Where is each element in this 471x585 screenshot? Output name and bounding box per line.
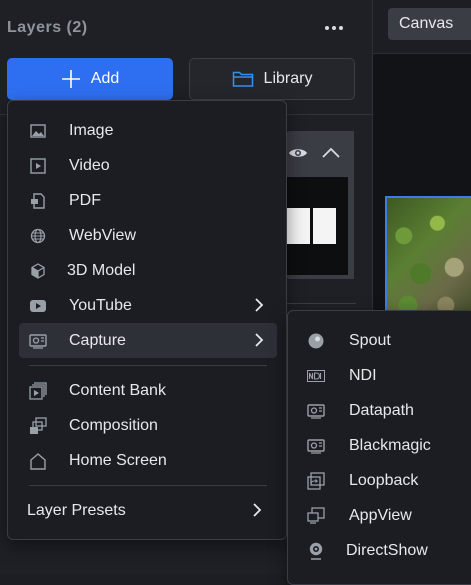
menu-item-pdf[interactable]: PDF <box>19 183 277 218</box>
video-icon <box>29 157 47 175</box>
menu-item-label: Spout <box>349 331 391 349</box>
thumbnail-page <box>313 208 336 244</box>
menu-item-label: Loopback <box>349 471 419 489</box>
layer-divider <box>286 303 356 304</box>
menu-item-label: Video <box>69 156 110 174</box>
menu-item-label: Home Screen <box>69 451 167 469</box>
menu-item-content-bank[interactable]: Content Bank <box>19 373 277 408</box>
capture-item-blackmagic[interactable]: Blackmagic <box>298 428 471 463</box>
panel-title: Layers (2) <box>7 19 88 36</box>
chevron-right-icon <box>249 502 265 518</box>
menu-item-label: PDF <box>69 191 101 209</box>
youtube-icon <box>29 297 47 315</box>
menu-item-video[interactable]: Video <box>19 148 277 183</box>
menu-item-capture[interactable]: Capture <box>19 323 277 358</box>
capture-item-loopback[interactable]: Loopback <box>298 463 471 498</box>
pdf-icon <box>29 192 47 210</box>
folder-icon <box>232 70 254 88</box>
canvas-image-layer[interactable] <box>385 196 471 326</box>
menu-item-label: DirectShow <box>346 541 428 559</box>
menu-item-label: Content Bank <box>69 381 166 399</box>
ndi-icon <box>307 367 325 385</box>
capture-item-datapath[interactable]: Datapath <box>298 393 471 428</box>
visibility-icon[interactable] <box>288 146 308 160</box>
spout-icon <box>307 332 325 350</box>
menu-separator <box>29 365 267 366</box>
menu-item-image[interactable]: Image <box>19 113 277 148</box>
menu-item-label: Composition <box>69 416 158 434</box>
menu-item-3d-model[interactable]: 3D Model <box>19 253 277 288</box>
menu-item-label: Datapath <box>349 401 414 419</box>
capture-card-icon <box>307 402 325 420</box>
content-bank-icon <box>29 381 47 400</box>
home-icon <box>29 452 47 470</box>
webcam-icon <box>307 542 325 560</box>
menu-item-label: Capture <box>69 331 126 349</box>
loopback-icon <box>307 471 325 490</box>
image-icon <box>29 122 47 140</box>
capture-card-icon <box>307 437 325 455</box>
capture-item-spout[interactable]: Spout <box>298 323 471 358</box>
more-options-button[interactable] <box>320 14 348 42</box>
add-layer-menu: Image Video PDF WebView 3D Model YouTube <box>7 100 287 540</box>
menu-separator <box>29 485 267 486</box>
library-button[interactable]: Library <box>189 58 355 100</box>
menu-item-label: Image <box>69 121 114 139</box>
capture-item-ndi[interactable]: NDI <box>298 358 471 393</box>
menu-item-composition[interactable]: Composition <box>19 408 277 443</box>
globe-icon <box>29 227 47 245</box>
composition-icon <box>29 416 47 435</box>
add-layer-button[interactable]: Add <box>7 58 173 100</box>
menu-item-label: AppView <box>349 506 412 524</box>
menu-item-label: WebView <box>69 226 136 244</box>
tab-canvas[interactable]: Canvas <box>388 8 471 40</box>
chevron-right-icon <box>251 297 267 313</box>
capture-submenu: Spout NDI Datapath Blackmagic Loopback A… <box>287 310 471 585</box>
menu-item-label: 3D Model <box>67 261 136 279</box>
menu-item-label: NDI <box>349 366 377 384</box>
menu-item-webview[interactable]: WebView <box>19 218 277 253</box>
cube-icon <box>29 262 47 280</box>
menu-item-layer-presets[interactable]: Layer Presets <box>17 493 275 528</box>
capture-item-appview[interactable]: AppView <box>298 498 471 533</box>
collapse-icon[interactable] <box>321 147 341 159</box>
app-window-icon <box>307 506 325 525</box>
menu-item-home-screen[interactable]: Home Screen <box>19 443 277 478</box>
menu-item-label: Blackmagic <box>349 436 431 454</box>
thumbnail-page <box>286 208 310 244</box>
add-button-label: Add <box>90 70 120 87</box>
chevron-right-icon <box>251 332 267 348</box>
library-button-label: Library <box>263 70 313 87</box>
capture-item-directshow[interactable]: DirectShow <box>298 533 471 568</box>
more-icon <box>324 25 344 31</box>
menu-item-label: Layer Presets <box>27 501 126 519</box>
plus-icon <box>61 69 81 89</box>
menu-item-youtube[interactable]: YouTube <box>19 288 277 323</box>
capture-icon <box>29 332 47 350</box>
menu-item-label: YouTube <box>69 296 132 314</box>
